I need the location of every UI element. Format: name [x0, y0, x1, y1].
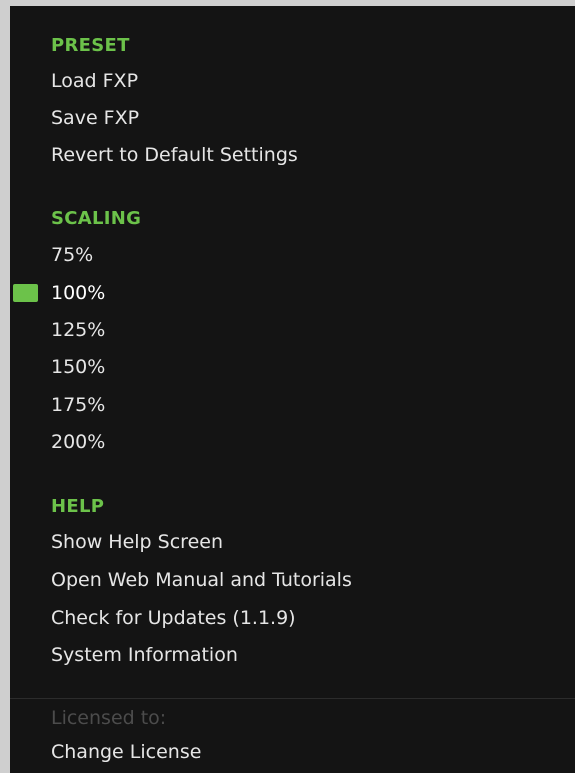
menu-divider: [10, 698, 575, 699]
selected-indicator: [13, 284, 38, 302]
open-web-manual-item[interactable]: Open Web Manual and Tutorials: [51, 568, 352, 592]
help-header: HELP: [51, 496, 105, 517]
scaling-175-item[interactable]: 175%: [51, 393, 105, 417]
scaling-200-item[interactable]: 200%: [51, 430, 105, 454]
scaling-125-item[interactable]: 125%: [51, 318, 105, 342]
scaling-75-item[interactable]: 75%: [51, 243, 93, 267]
context-menu: PRESET Load FXP Save FXP Revert to Defau…: [10, 6, 575, 773]
scaling-100-item[interactable]: 100%: [51, 281, 105, 305]
check-for-updates-item[interactable]: Check for Updates (1.1.9): [51, 606, 296, 630]
scaling-header: SCALING: [51, 208, 142, 229]
save-fxp-item[interactable]: Save FXP: [51, 106, 139, 130]
show-help-screen-item[interactable]: Show Help Screen: [51, 530, 223, 554]
scaling-150-item[interactable]: 150%: [51, 355, 105, 379]
system-information-item[interactable]: System Information: [51, 643, 238, 667]
licensed-to-label: Licensed to:: [51, 707, 167, 729]
load-fxp-item[interactable]: Load FXP: [51, 69, 138, 93]
preset-header: PRESET: [51, 35, 130, 56]
revert-default-settings-item[interactable]: Revert to Default Settings: [51, 143, 298, 167]
change-license-item[interactable]: Change License: [51, 740, 201, 764]
